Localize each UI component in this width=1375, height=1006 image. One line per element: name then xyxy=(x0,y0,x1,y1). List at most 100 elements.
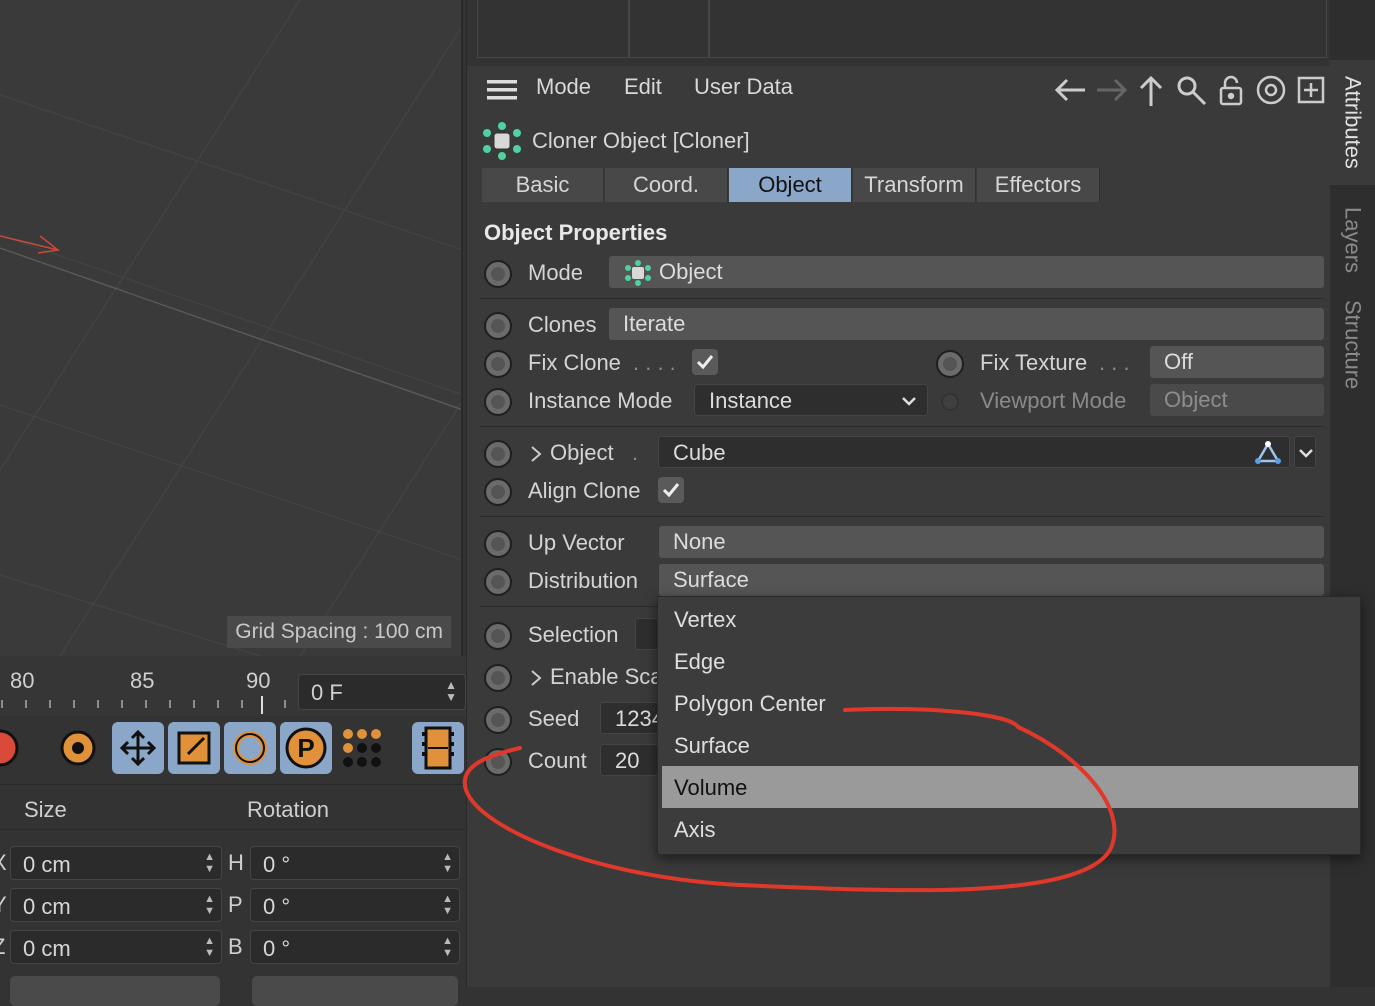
move-tool-button[interactable] xyxy=(112,722,164,774)
menu-user-data[interactable]: User Data xyxy=(694,74,793,100)
option-polygon-center[interactable]: Polygon Center xyxy=(662,682,1358,724)
viewport-mode-label: Viewport Mode xyxy=(980,388,1127,413)
keyframe-radio[interactable] xyxy=(484,664,512,692)
viewport-grid xyxy=(0,0,461,656)
object-mode-button[interactable] xyxy=(10,976,220,1006)
option-vertex[interactable]: Vertex xyxy=(662,598,1358,640)
checkmark-icon xyxy=(696,355,714,370)
field-value: 0 ° xyxy=(263,852,291,877)
lock-icon[interactable] xyxy=(1215,74,1247,106)
distribution-label: Distribution xyxy=(528,568,639,593)
axis-label: P xyxy=(228,892,243,917)
tab-attributes[interactable]: Attributes xyxy=(1330,60,1375,185)
keyframe-radio[interactable] xyxy=(484,530,512,558)
size-z-field[interactable]: 0 cm ▲ ▼ xyxy=(10,930,222,964)
current-frame-field[interactable]: 0 F ▲ ▼ xyxy=(298,674,466,710)
option-edge[interactable]: Edge xyxy=(662,640,1358,682)
tab-transform[interactable]: Transform xyxy=(853,168,976,202)
keyframe-radio[interactable] xyxy=(941,393,959,411)
mode-dropdown[interactable]: Object xyxy=(609,256,1324,288)
dots-grid-icon xyxy=(343,729,381,767)
tab-effectors[interactable]: Effectors xyxy=(977,168,1100,202)
new-panel-icon[interactable] xyxy=(1295,74,1327,106)
distribution-dropdown[interactable]: Surface xyxy=(659,564,1324,596)
viewport-mode-dropdown[interactable]: Object xyxy=(1150,384,1324,416)
align-clone-checkbox[interactable] xyxy=(658,477,684,503)
keyframe-radio[interactable] xyxy=(484,260,512,288)
panel-top-strip xyxy=(466,0,1330,66)
rotate-tool-button[interactable] xyxy=(224,722,276,774)
keyframe-radio[interactable] xyxy=(484,706,512,734)
up-vector-value: None xyxy=(673,529,726,554)
keyframe-radio[interactable] xyxy=(484,748,512,776)
parametric-p-icon: P xyxy=(285,727,327,769)
field-value: 0 cm xyxy=(23,894,71,919)
spinner-icon[interactable]: ▲ ▼ xyxy=(442,893,453,917)
menu-edit[interactable]: Edit xyxy=(624,74,662,100)
chevron-right-icon[interactable] xyxy=(529,444,543,464)
option-volume[interactable]: Volume xyxy=(662,766,1358,808)
up-vector-dropdown[interactable]: None xyxy=(659,526,1324,558)
viewport[interactable]: Grid Spacing : 100 cm xyxy=(0,0,463,656)
spinner-icon[interactable]: ▲ ▼ xyxy=(442,851,453,875)
instance-mode-dropdown[interactable]: Instance xyxy=(694,384,928,416)
enable-scale-label: Enable Sca xyxy=(550,664,663,689)
keyframe-radio[interactable] xyxy=(484,312,512,340)
spinner-icon[interactable]: ▲ ▼ xyxy=(445,679,457,703)
ruler-tick-label: 90 xyxy=(246,668,271,693)
parametric-tool-button[interactable]: P xyxy=(280,722,332,774)
clones-dropdown[interactable]: Iterate xyxy=(609,308,1324,340)
option-surface[interactable]: Surface xyxy=(662,724,1358,766)
object-title: Cloner Object [Cloner] xyxy=(532,128,750,153)
keyframe-radio[interactable] xyxy=(484,388,512,416)
spinner-icon[interactable]: ▲ ▼ xyxy=(204,851,215,875)
rotation-h-field[interactable]: 0 ° ▲ ▼ xyxy=(250,846,460,880)
menu-mode[interactable]: Mode xyxy=(536,74,591,100)
apply-button[interactable] xyxy=(252,976,458,1006)
target-icon[interactable] xyxy=(1255,74,1287,106)
forward-arrow-icon[interactable] xyxy=(1095,74,1127,106)
spinner-icon[interactable]: ▲ ▼ xyxy=(442,935,453,959)
render-button[interactable] xyxy=(412,722,464,774)
keyframe-radio[interactable] xyxy=(484,622,512,650)
chevron-right-icon[interactable] xyxy=(529,668,543,688)
up-arrow-icon[interactable] xyxy=(1135,74,1167,106)
mode-label: Mode xyxy=(528,260,584,285)
tab-object[interactable]: Object xyxy=(729,168,852,202)
option-axis[interactable]: Axis xyxy=(662,808,1358,850)
tab-layers[interactable]: Layers xyxy=(1330,195,1375,285)
record-button[interactable] xyxy=(0,722,26,774)
tab-basic[interactable]: Basic xyxy=(482,168,604,202)
keyframe-radio[interactable] xyxy=(484,440,512,468)
rotation-p-field[interactable]: 0 ° ▲ ▼ xyxy=(250,888,460,922)
rotation-column-header: Rotation xyxy=(247,797,329,822)
hamburger-menu-icon[interactable] xyxy=(487,78,517,108)
coord-row-y: Y 0 cm ▲▼ P 0 ° ▲▼ xyxy=(0,888,466,924)
tab-structure[interactable]: Structure xyxy=(1330,290,1375,400)
spinner-icon[interactable]: ▲ ▼ xyxy=(204,935,215,959)
settings-tool-button[interactable] xyxy=(52,722,104,774)
size-y-field[interactable]: 0 cm ▲ ▼ xyxy=(10,888,222,922)
tab-coord[interactable]: Coord. xyxy=(605,168,728,202)
keyframe-radio[interactable] xyxy=(484,568,512,596)
keyframe-radio[interactable] xyxy=(484,478,512,506)
scale-tool-button[interactable] xyxy=(168,722,220,774)
object-link-field[interactable]: Cube xyxy=(658,436,1290,468)
axis-label: H xyxy=(228,850,244,875)
back-arrow-icon[interactable] xyxy=(1055,74,1087,106)
fix-clone-checkbox[interactable] xyxy=(692,349,718,375)
align-clone-label: Align Clone xyxy=(528,478,641,503)
field-value: 0 ° xyxy=(263,894,291,919)
size-x-field[interactable]: 0 cm ▲ ▼ xyxy=(10,846,222,880)
mode-value: Object xyxy=(659,259,723,284)
search-icon[interactable] xyxy=(1175,74,1207,106)
spinner-icon[interactable]: ▲ ▼ xyxy=(204,893,215,917)
keyframe-radio[interactable] xyxy=(936,350,964,378)
axis-label: Z xyxy=(0,934,5,960)
fix-texture-dropdown[interactable]: Off xyxy=(1150,346,1324,378)
snap-grid-button[interactable] xyxy=(336,722,388,774)
object-link-menu[interactable] xyxy=(1294,436,1316,468)
keyframe-radio[interactable] xyxy=(484,350,512,378)
rotation-b-field[interactable]: 0 ° ▲ ▼ xyxy=(250,930,460,964)
axis-label: X xyxy=(0,850,7,876)
